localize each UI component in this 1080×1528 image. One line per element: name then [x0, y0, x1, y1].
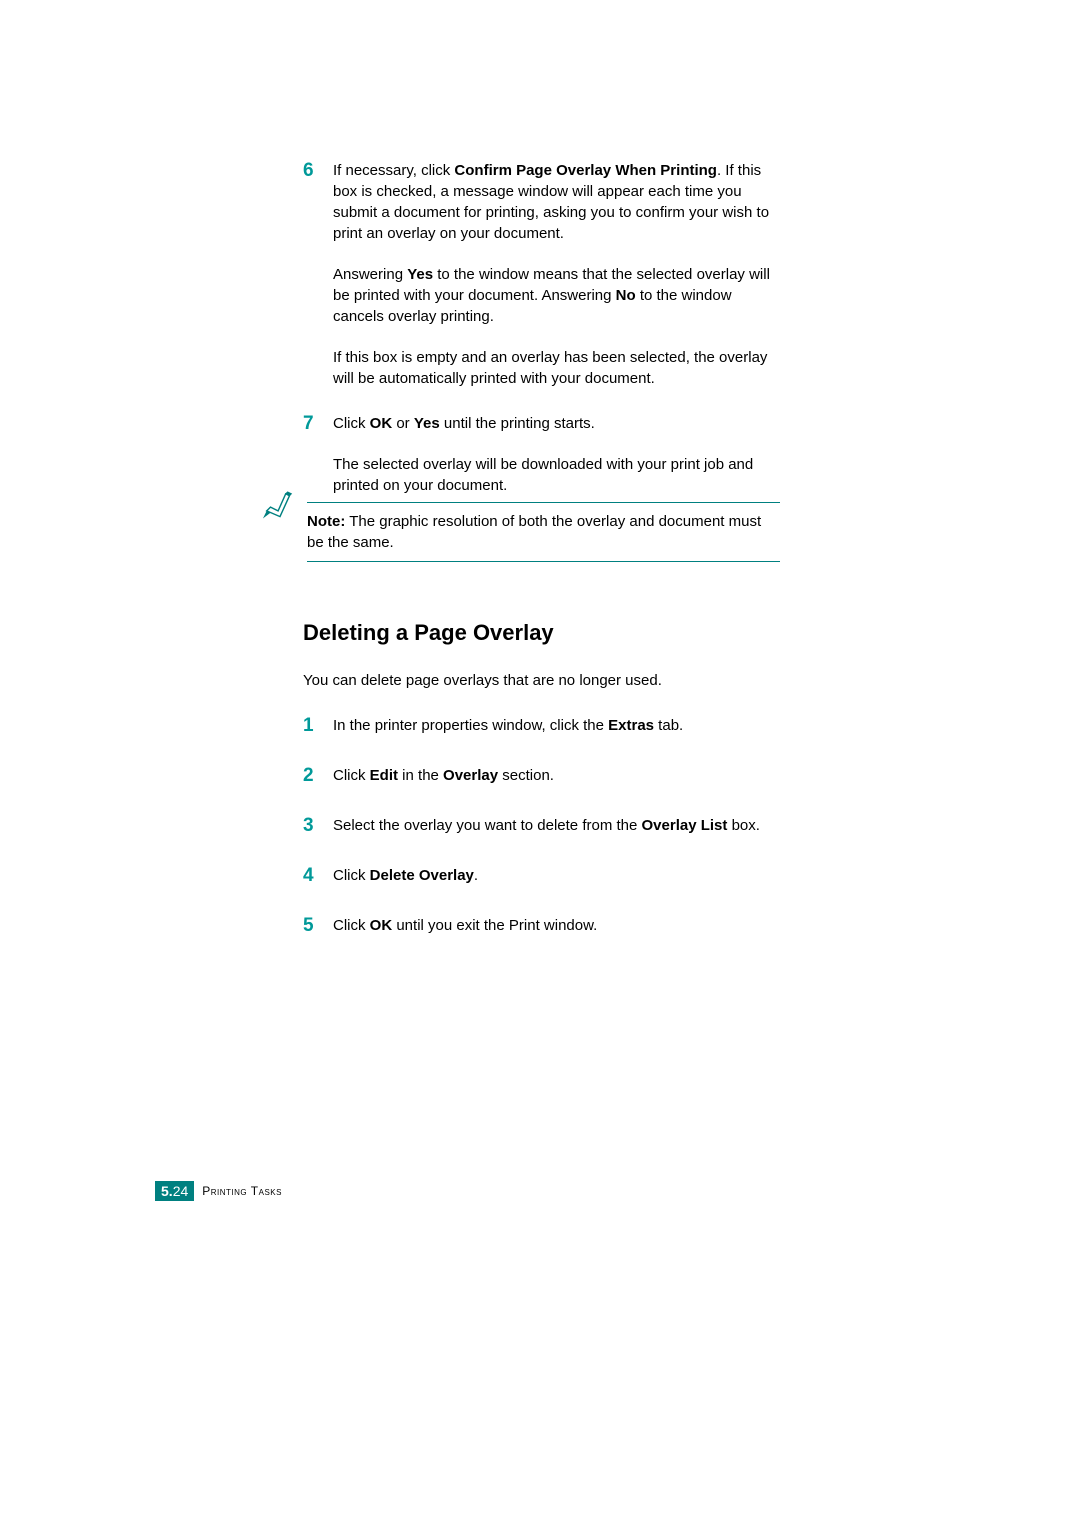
note-text: Note: The graphic resolution of both the… — [307, 511, 780, 553]
step-paragraph: Select the overlay you want to delete fr… — [333, 815, 783, 836]
step-paragraph: Click Edit in the Overlay section. — [333, 765, 783, 786]
steps-list-deleting: 1 In the printer properties window, clic… — [303, 715, 783, 965]
step-body: In the printer properties window, click … — [327, 715, 783, 736]
page-footer: 5.24 Printing Tasks — [155, 1181, 282, 1201]
step-1: 1 In the printer properties window, clic… — [303, 715, 783, 737]
step-paragraph: Click OK until you exit the Print window… — [333, 915, 783, 936]
step-paragraph: The selected overlay will be downloaded … — [333, 454, 783, 496]
step-5: 5 Click OK until you exit the Print wind… — [303, 915, 783, 937]
step-7: 7 Click OK or Yes until the printing sta… — [303, 413, 783, 496]
step-2: 2 Click Edit in the Overlay section. — [303, 765, 783, 787]
step-body: Click Edit in the Overlay section. — [327, 765, 783, 786]
main-content: 6 If necessary, click Confirm Page Overl… — [303, 160, 783, 520]
step-paragraph: Click OK or Yes until the printing start… — [333, 413, 783, 434]
page-number-box: 5.24 — [155, 1181, 194, 1201]
step-number: 3 — [303, 815, 327, 837]
step-paragraph: Click Delete Overlay. — [333, 865, 783, 886]
step-number: 7 — [303, 413, 327, 435]
step-body: Click OK until you exit the Print window… — [327, 915, 783, 936]
step-4: 4 Click Delete Overlay. — [303, 865, 783, 887]
step-paragraph: In the printer properties window, click … — [333, 715, 783, 736]
step-6: 6 If necessary, click Confirm Page Overl… — [303, 160, 783, 389]
footer-chapter-title: Printing Tasks — [202, 1184, 282, 1198]
note-icon — [261, 490, 299, 528]
step-paragraph: If necessary, click Confirm Page Overlay… — [333, 160, 783, 244]
step-number: 1 — [303, 715, 327, 737]
note-divider-bottom — [307, 561, 780, 562]
step-number: 4 — [303, 865, 327, 887]
step-body: Click Delete Overlay. — [327, 865, 783, 886]
step-body: Click OK or Yes until the printing start… — [327, 413, 783, 496]
step-body: Select the overlay you want to delete fr… — [327, 815, 783, 836]
note-box: Note: The graphic resolution of both the… — [261, 502, 783, 562]
step-paragraph: If this box is empty and an overlay has … — [333, 347, 783, 389]
section-heading: Deleting a Page Overlay — [303, 620, 554, 646]
step-body: If necessary, click Confirm Page Overlay… — [327, 160, 783, 389]
step-number: 5 — [303, 915, 327, 937]
note-divider-top — [307, 502, 780, 503]
step-number: 6 — [303, 160, 327, 182]
step-paragraph: Answering Yes to the window means that t… — [333, 264, 783, 327]
section-intro: You can delete page overlays that are no… — [303, 672, 662, 689]
step-3: 3 Select the overlay you want to delete … — [303, 815, 783, 837]
step-number: 2 — [303, 765, 327, 787]
